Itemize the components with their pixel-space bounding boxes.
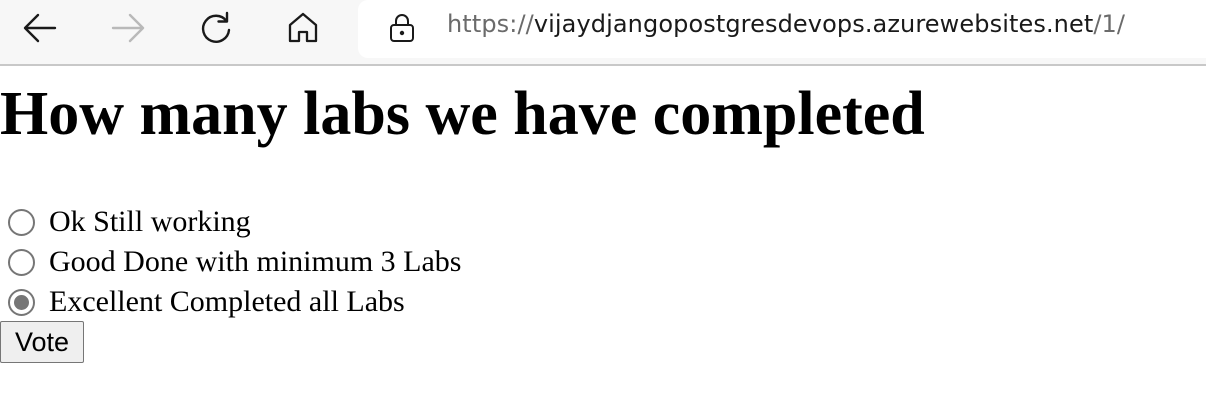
page-content: How many labs we have completed Ok Still… (0, 68, 1206, 412)
vote-button[interactable]: Vote (0, 321, 84, 363)
page-title: How many labs we have completed (0, 80, 925, 148)
choice-option[interactable]: Ok Still working (8, 202, 461, 242)
arrow-right-icon (111, 13, 145, 43)
address-bar[interactable]: https://vijaydjangopostgresdevops.azurew… (358, 0, 1206, 58)
url-text[interactable]: https://vijaydjangopostgresdevops.azurew… (447, 10, 1125, 38)
back-button[interactable] (18, 6, 62, 50)
browser-toolbar: https://vijaydjangopostgresdevops.azurew… (0, 0, 1206, 66)
url-path: /1/ (1093, 10, 1126, 38)
home-button[interactable] (281, 6, 325, 50)
forward-button[interactable] (106, 6, 150, 50)
refresh-button[interactable] (194, 6, 238, 50)
choice-label[interactable]: Good Done with minimum 3 Labs (49, 245, 461, 279)
choice-radio[interactable] (8, 288, 35, 316)
arrow-left-icon (23, 13, 57, 43)
choice-radio[interactable] (8, 208, 35, 236)
choice-label[interactable]: Excellent Completed all Labs (49, 285, 405, 319)
home-icon (288, 12, 318, 43)
choice-option[interactable]: Excellent Completed all Labs (8, 282, 461, 322)
refresh-icon (201, 11, 231, 43)
url-scheme: https:// (447, 10, 534, 38)
lock-icon[interactable] (388, 13, 416, 48)
choice-radio[interactable] (8, 248, 35, 276)
choice-option[interactable]: Good Done with minimum 3 Labs (8, 242, 461, 282)
url-host: vijaydjangopostgresdevops.azurewebsites.… (533, 10, 1094, 38)
choice-list: Ok Still working Good Done with minimum … (8, 202, 461, 322)
choice-label[interactable]: Ok Still working (49, 205, 251, 239)
